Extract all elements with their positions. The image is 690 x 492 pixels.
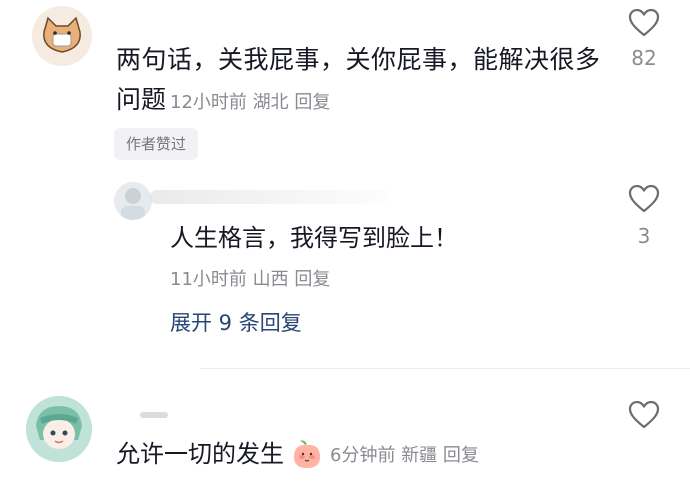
heart-outline-icon [628, 8, 660, 37]
divider [200, 368, 690, 369]
comment-time: 12小时前 [170, 92, 247, 113]
username-blurred [150, 190, 390, 204]
comment-text: 两句话，关我屁事，关你屁事，能解决很多 [116, 45, 601, 74]
heart-outline-icon [628, 400, 660, 429]
comment-meta: 12小时前 湖北 回复 [170, 88, 330, 114]
heart-outline-icon [628, 184, 660, 213]
comment-location: 湖北 [252, 92, 289, 113]
comment-meta: 11小时前 山西 回复 [170, 265, 330, 291]
like-count: 82 [631, 46, 657, 70]
expand-replies-link[interactable]: 展开 9 条回复 [170, 308, 302, 338]
like-button[interactable] [628, 8, 660, 38]
reply-button[interactable]: 回复 [294, 269, 330, 290]
author-liked-badge: 作者赞过 [114, 128, 199, 160]
comment-time: 11小时前 [170, 269, 247, 290]
comment-location: 新疆 [401, 445, 438, 466]
avatar[interactable] [114, 182, 152, 220]
avatar[interactable] [32, 6, 92, 66]
avatar[interactable] [26, 396, 92, 462]
username-blurred [140, 412, 168, 418]
reply-button[interactable]: 回复 [443, 445, 479, 466]
peach-emoji-icon [292, 438, 322, 470]
like-count: 3 [637, 224, 651, 248]
comment-text: 允许一切的发生 [116, 440, 284, 468]
comment-text: 问题 [116, 85, 167, 114]
comment-location: 山西 [252, 269, 289, 290]
comment-text: 人生格言，我得写到脸上！ [170, 224, 458, 252]
comment-meta: 6分钟前 新疆 回复 [330, 441, 479, 467]
comment-time: 6分钟前 [330, 445, 396, 466]
like-button[interactable] [628, 400, 660, 430]
reply-button[interactable]: 回复 [294, 92, 330, 113]
like-button[interactable] [628, 184, 660, 214]
